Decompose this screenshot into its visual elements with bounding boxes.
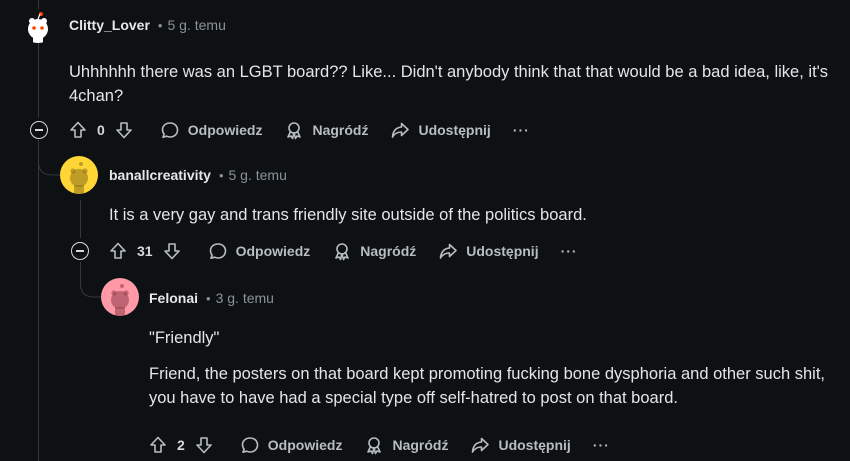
author-name[interactable]: Felonai <box>149 290 198 306</box>
timestamp[interactable]: 3 g. temu <box>216 290 274 306</box>
more-icon: ··· <box>560 243 578 259</box>
award-button[interactable]: Nagródź <box>332 241 416 261</box>
share-icon <box>439 243 458 259</box>
share-button[interactable]: Udostępnij <box>390 120 491 140</box>
comment-header: Clitty_Lover • 5 g. temu <box>69 17 226 33</box>
award-button[interactable]: Nagródź <box>284 120 368 140</box>
award-icon <box>335 243 350 261</box>
downvote-icon[interactable] <box>194 435 214 455</box>
reply-label: Odpowiedz <box>267 437 343 453</box>
collapse-button[interactable] <box>71 242 89 260</box>
snoo-avatar-icon <box>70 162 88 194</box>
separator-dot: • <box>206 290 211 306</box>
timestamp[interactable]: 5 g. temu <box>229 167 287 183</box>
upvote-icon[interactable] <box>148 435 168 455</box>
reply-icon <box>209 243 226 259</box>
upvote-icon[interactable] <box>68 120 88 140</box>
snoo-avatar-icon <box>28 12 48 43</box>
more-icon: ··· <box>512 122 530 138</box>
comment-text: It is a very gay and trans friendly site… <box>109 206 587 224</box>
vote-group: 2 <box>148 435 214 455</box>
share-icon <box>472 437 490 453</box>
comment-paragraph: Friend, the posters on that board kept p… <box>149 365 825 407</box>
avatar[interactable] <box>60 156 98 194</box>
share-label: Udostępnij <box>418 122 491 138</box>
reply-label: Odpowiedz <box>235 243 311 259</box>
vote-count: 2 <box>177 437 185 453</box>
downvote-icon[interactable] <box>114 120 134 140</box>
vote-count: 0 <box>97 122 105 138</box>
timestamp[interactable]: 5 g. temu <box>167 17 225 33</box>
reply-button[interactable]: Odpowiedz <box>240 435 343 455</box>
share-icon <box>392 122 410 138</box>
comment-header: banallcreativity • 5 g. temu <box>109 167 287 183</box>
award-button[interactable]: Nagródź <box>364 435 448 455</box>
more-options-button[interactable]: ··· <box>593 437 610 453</box>
more-options-button[interactable]: ··· <box>561 243 578 259</box>
separator-dot: • <box>157 17 163 33</box>
comment-actions: 31 Odpowiedz Nagródź Udostępnij ··· <box>108 237 600 265</box>
reply-icon <box>241 437 259 453</box>
comment-actions: 0 Odpowiedz Nagródź Udostępnij ··· <box>68 116 552 144</box>
thread-line-level2 <box>80 200 81 238</box>
reply-icon <box>161 122 179 138</box>
downvote-icon[interactable] <box>162 241 182 261</box>
award-icon <box>287 122 302 140</box>
collapse-icon <box>76 250 84 252</box>
reply-button[interactable]: Odpowiedz <box>208 241 311 261</box>
comment-body: Uhhhhhh there was an LGBT board?? Like..… <box>69 60 839 108</box>
more-options-button[interactable]: ··· <box>513 122 530 138</box>
vote-count: 31 <box>137 243 153 259</box>
collapse-button[interactable] <box>30 121 48 139</box>
comment-body: It is a very gay and trans friendly site… <box>109 203 839 227</box>
award-icon <box>367 437 382 455</box>
comment-header: Felonai • 3 g. temu <box>149 290 274 306</box>
comment-body: "Friendly" Friend, the posters on that b… <box>149 326 841 410</box>
snoo-avatar-icon <box>111 284 129 316</box>
comment-text: Uhhhhhh there was an LGBT board?? Like..… <box>69 63 829 105</box>
more-icon: ··· <box>592 437 610 453</box>
avatar[interactable] <box>21 9 55 43</box>
award-label: Nagródź <box>312 122 369 138</box>
upvote-icon[interactable] <box>108 241 128 261</box>
reply-label: Odpowiedz <box>187 122 263 138</box>
share-button[interactable]: Udostępnij <box>470 435 571 455</box>
vote-group: 0 <box>68 120 134 140</box>
comment-paragraph: "Friendly" <box>149 329 220 347</box>
comment-actions: 2 Odpowiedz Nagródź Udostępnij ··· <box>148 431 632 459</box>
author-name[interactable]: Clitty_Lover <box>69 17 150 33</box>
thread-line-root-lower <box>38 142 39 461</box>
vote-group: 31 <box>108 241 182 261</box>
share-label: Udostępnij <box>498 437 571 453</box>
separator-dot: • <box>218 167 224 183</box>
collapse-icon <box>35 129 43 131</box>
reply-button[interactable]: Odpowiedz <box>160 120 263 140</box>
share-button[interactable]: Udostępnij <box>438 241 539 261</box>
award-label: Nagródź <box>360 243 417 259</box>
author-name[interactable]: banallcreativity <box>109 167 211 183</box>
award-label: Nagródź <box>392 437 449 453</box>
share-label: Udostępnij <box>466 243 539 259</box>
avatar[interactable] <box>101 278 139 316</box>
